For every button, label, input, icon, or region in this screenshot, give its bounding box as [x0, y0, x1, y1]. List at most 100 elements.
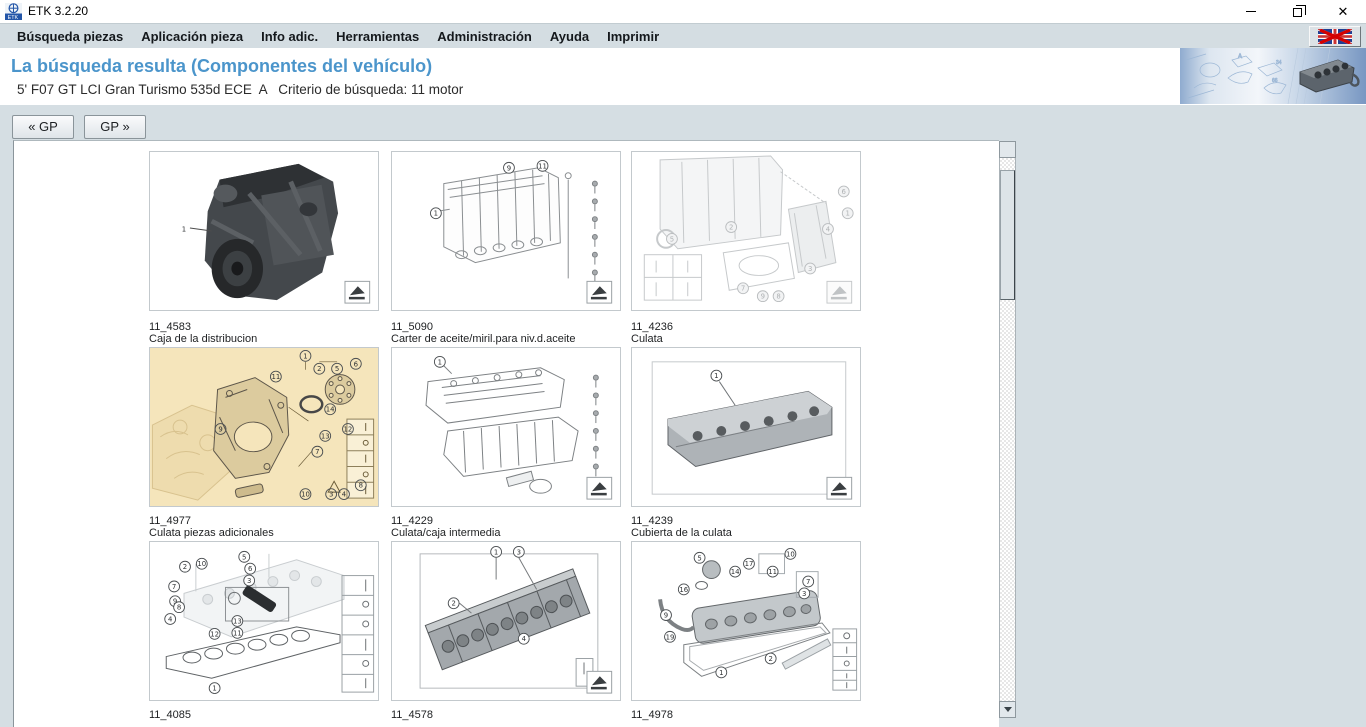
svg-text:1: 1: [714, 372, 718, 380]
svg-text:5: 5: [697, 554, 701, 562]
svg-text:1: 1: [212, 685, 216, 693]
tile-thumbnail[interactable]: 1 9 11: [391, 151, 621, 311]
crossed-flag-icon: [1318, 29, 1352, 44]
svg-text:14: 14: [731, 568, 740, 576]
svg-text:ETK: ETK: [8, 15, 19, 20]
tile-11-4085[interactable]: 11_4085: [149, 709, 379, 727]
scroll-down-button[interactable]: [999, 701, 1016, 718]
tile-thumbnail[interactable]: 1: [149, 151, 379, 311]
tile-number: 11_4239: [631, 515, 674, 527]
svg-text:5: 5: [670, 235, 674, 243]
tile-thumbnail-selected[interactable]: 1 2 5 6 11 14 13 12 9 7 10 3 4 8: [149, 347, 379, 507]
menu-aplicacion-pieza[interactable]: Aplicación pieza: [132, 26, 252, 47]
tile-11-4578[interactable]: 11_4578: [391, 709, 621, 727]
svg-text:2: 2: [183, 563, 187, 571]
etk-window: ETK ETK 3.2.20 ✕ Búsqueda piezas Aplicac…: [0, 0, 1366, 727]
tile-motor[interactable]: Motor 1: [149, 141, 379, 311]
svg-text:12: 12: [210, 630, 219, 638]
tile-number: 11_5090: [391, 321, 434, 333]
tile-thumbnail[interactable]: 1: [631, 347, 861, 507]
svg-text:2: 2: [729, 224, 733, 232]
menu-busqueda-piezas[interactable]: Búsqueda piezas: [8, 26, 132, 47]
svg-text:5: 5: [242, 553, 246, 561]
tile-thumbnail[interactable]: 2 10 5 6 3 7 9 8 4 12 13 11 1: [149, 541, 379, 701]
tile-11-4978[interactable]: 11_4978: [631, 709, 861, 727]
close-button[interactable]: ✕: [1320, 0, 1366, 23]
svg-text:7: 7: [806, 578, 810, 586]
menu-ayuda[interactable]: Ayuda: [541, 26, 598, 47]
tile-number: 11_4085: [149, 709, 192, 721]
etk-app-icon: ETK: [5, 3, 22, 21]
tile-number: 11_4578: [391, 709, 434, 721]
svg-text:A: A: [1238, 54, 1242, 60]
language-flag-button[interactable]: [1309, 26, 1361, 47]
svg-text:34: 34: [1276, 60, 1282, 66]
menu-bar: Búsqueda piezas Aplicación pieza Info ad…: [0, 23, 1366, 48]
svg-text:1: 1: [182, 225, 186, 233]
scrollbar-thumb[interactable]: [1000, 170, 1015, 300]
svg-text:9: 9: [507, 164, 511, 172]
svg-text:9: 9: [218, 425, 222, 433]
svg-text:9: 9: [664, 612, 668, 620]
tile-cilindro-carter-adicionales[interactable]: Cilindro carter cigueñal/piezas adicion.: [631, 141, 861, 311]
tile-caja-distribucion[interactable]: 11_4583 Caja de la distribucion 1 2 5 6 …: [149, 321, 379, 507]
tile-cubierta-culata[interactable]: 11_4239 Cubierta de la culata 5 10 17 11…: [631, 515, 861, 701]
svg-text:17: 17: [745, 560, 754, 568]
svg-text:16: 16: [679, 586, 688, 594]
svg-text:10: 10: [786, 550, 795, 558]
tile-name: Caja de la distribucion: [149, 333, 258, 345]
svg-text:4: 4: [826, 225, 830, 233]
svg-text:1: 1: [719, 669, 723, 677]
svg-text:11: 11: [768, 568, 777, 576]
svg-text:6: 6: [842, 188, 846, 196]
svg-text:13: 13: [321, 432, 330, 440]
tile-thumbnail[interactable]: 5 10 17 11 14 7 3 16 19 9 2 1: [631, 541, 861, 701]
tile-culata-piezas-adicionales[interactable]: 11_4977 Culata piezas adicionales 2 10 5…: [149, 515, 379, 701]
menu-administracion[interactable]: Administración: [428, 26, 541, 47]
svg-text:2: 2: [451, 600, 455, 608]
svg-text:10: 10: [301, 491, 310, 499]
svg-text:3: 3: [808, 265, 812, 273]
svg-text:2: 2: [768, 655, 772, 663]
tile-name: Culata piezas adicionales: [149, 527, 274, 539]
tile-culata-caja-intermedia[interactable]: 11_4229 Culata/caja intermedia 1 3 2 4: [391, 515, 621, 701]
svg-text:1: 1: [494, 548, 498, 556]
gp-next-button[interactable]: GP »: [84, 115, 146, 139]
scrollbar-track[interactable]: [999, 158, 1016, 701]
svg-text:7: 7: [741, 285, 745, 293]
svg-text:7: 7: [315, 448, 319, 456]
svg-text:5: 5: [335, 365, 339, 373]
tile-culata[interactable]: 11_4236 Culata 1: [631, 321, 861, 507]
menu-info-adic[interactable]: Info adic.: [252, 26, 327, 47]
svg-text:8: 8: [359, 482, 363, 490]
svg-text:3: 3: [247, 577, 251, 585]
svg-text:10: 10: [197, 560, 206, 568]
tile-name: Culata/caja intermedia: [391, 527, 501, 539]
tile-thumbnail[interactable]: 1 3 2 4: [391, 541, 621, 701]
svg-text:8: 8: [776, 293, 780, 301]
vehicle-criteria-line: 5' F07 GT LCI Gran Turismo 535d ECE A Cr…: [17, 82, 464, 97]
tile-number: 11_4978: [631, 709, 674, 721]
tile-thumbnail[interactable]: 6 1 4 2 5 3 7 9 8: [631, 151, 861, 311]
menu-imprimir[interactable]: Imprimir: [598, 26, 668, 47]
page-title: La búsqueda resulta (Componentes del veh…: [11, 56, 433, 76]
svg-text:14: 14: [326, 406, 335, 414]
svg-text:2: 2: [317, 365, 321, 373]
svg-text:3: 3: [517, 548, 521, 556]
tile-number: 11_4229: [391, 515, 434, 527]
minimize-button[interactable]: [1228, 0, 1274, 23]
restore-button[interactable]: [1274, 0, 1320, 23]
svg-text:12: 12: [344, 425, 353, 433]
svg-text:11: 11: [538, 162, 547, 170]
scroll-up-button[interactable]: [999, 141, 1016, 158]
menu-herramientas[interactable]: Herramientas: [327, 26, 428, 47]
tile-thumbnail[interactable]: 1: [391, 347, 621, 507]
svg-text:6: 6: [248, 565, 252, 573]
gp-previous-button[interactable]: « GP: [12, 115, 74, 139]
results-scrollbar: [999, 141, 1016, 718]
tile-number: 11_4236: [631, 321, 674, 333]
svg-text:11: 11: [271, 373, 280, 381]
svg-text:1: 1: [303, 352, 307, 360]
tile-carter-aceite[interactable]: 11_5090 Carter de aceite/miril.para niv.d…: [391, 321, 621, 507]
tile-carter-cilindros[interactable]: Carter de los cilindros: [391, 141, 621, 311]
